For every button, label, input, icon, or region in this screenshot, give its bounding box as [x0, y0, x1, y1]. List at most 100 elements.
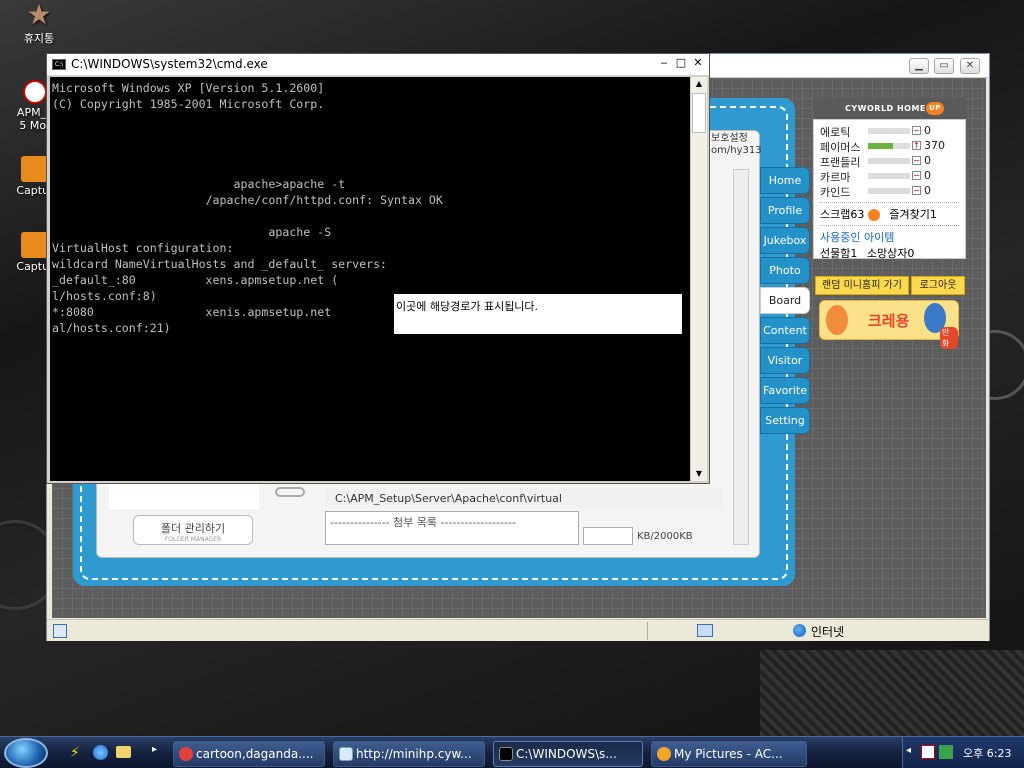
ie-quicklaunch-icon[interactable]	[93, 745, 108, 760]
close-button[interactable]: ✕	[690, 57, 706, 71]
crayon-banner[interactable]: 크레용 만화	[819, 300, 959, 349]
tab-jukebox[interactable]: Jukebox	[760, 227, 810, 254]
privacy-icon	[697, 624, 713, 637]
stat-label: 에로틱	[820, 126, 851, 139]
stat-up-icon[interactable]: ↑	[912, 141, 921, 150]
wish-box-link[interactable]: 소망상자0	[867, 247, 914, 260]
banner-title: 크레용	[868, 312, 910, 330]
folder-manager-label: 폴더 관리하기	[160, 522, 226, 535]
console-line: apache -S	[52, 224, 688, 240]
console-line: (C) Copyright 1985-2001 Microsoft Corp.	[52, 97, 325, 111]
favorites-link[interactable]: 즐겨찾기1	[889, 208, 936, 221]
console-text: apache -S	[268, 225, 332, 239]
page-icon	[53, 624, 67, 638]
close-button[interactable]: ✕	[960, 58, 980, 74]
console-line: /apache/conf/httpd.conf: Syntax OK	[52, 192, 688, 208]
desktop-icon-recycle-bin[interactable]: ★ 휴지통	[4, 1, 74, 46]
console-line: _default_:80 xens.apmsetup.net (	[52, 273, 339, 287]
header-fragment[interactable]: 보호설정	[711, 129, 748, 144]
tab-content[interactable]: Content	[760, 317, 810, 344]
tab-photo[interactable]: Photo	[760, 257, 810, 284]
console-output[interactable]: Microsoft Windows XP [Version 5.1.2600] (…	[50, 77, 690, 481]
stat-minus-icon[interactable]: −	[912, 171, 921, 180]
tray-network-icon[interactable]	[939, 745, 953, 759]
header-fragment: om/hy313	[711, 145, 762, 156]
task-label: cartoon,daganda....	[196, 747, 314, 761]
console-scrollbar[interactable]: ▲ ▼	[690, 77, 707, 481]
stat-value: 0	[924, 154, 931, 167]
scrap-link[interactable]: 스크랩63	[820, 208, 864, 221]
maximize-button[interactable]: ▭	[934, 58, 954, 74]
task-button-acdsee[interactable]: My Pictures - AC...	[651, 741, 807, 767]
gift-box-link[interactable]: 선물함1	[820, 247, 857, 260]
stat-minus-icon[interactable]: −	[912, 186, 921, 195]
scrap-row: 스크랩63 즐겨찾기1	[820, 206, 959, 222]
scroll-thumb[interactable]	[692, 93, 706, 133]
stat-value: 0	[924, 169, 931, 182]
up-icon	[867, 209, 880, 221]
tab-visitor[interactable]: Visitor	[760, 347, 810, 374]
taskbar: ⚡ ▸ cartoon,daganda.... http://minihp.cy…	[0, 736, 1024, 768]
task-button-ie[interactable]: http://minihp.cyw...	[333, 741, 485, 767]
console-line-blurred	[52, 336, 688, 352]
folder-manager-button[interactable]: 폴더 관리하기 FOLDER MANAGER	[133, 515, 253, 545]
cartoon-app-icon	[179, 747, 193, 761]
cmd-titlebar[interactable]: C:\ C:\WINDOWS\system32\cmd.exe ‒ □ ✕	[47, 54, 709, 75]
chevron-right-icon[interactable]: ▸	[152, 744, 157, 755]
scroll-down-icon[interactable]: ▼	[691, 467, 707, 481]
console-text: apache>apache -t	[233, 177, 346, 191]
cyworld-home-link[interactable]: CYWORLD HOME UP	[813, 98, 966, 119]
cmd-icon: C:\	[52, 59, 66, 70]
upload-size-box	[583, 527, 633, 545]
task-button-cmd[interactable]: C:\WINDOWS\s...	[493, 741, 643, 767]
zone-label: 인터넷	[811, 625, 845, 639]
tab-setting[interactable]: Setting	[760, 407, 810, 434]
tab-home[interactable]: Home	[760, 167, 810, 194]
quicklaunch-icon[interactable]: ⚡	[70, 746, 84, 760]
scroll-up-icon[interactable]: ▲	[691, 77, 707, 91]
jpg-file-icon	[21, 156, 49, 182]
stat-value: 0	[924, 184, 931, 197]
console-line-blurred	[52, 352, 688, 368]
stats-box: 에로틱 −0 페이머스 ↑ 370 프랜들리 −0 카르마 −0 카인드 −0 스크랩63 …	[813, 119, 966, 260]
stat-row: 카인드 −0	[820, 184, 959, 199]
system-tray: ◂ 오후 6:23	[902, 737, 1024, 768]
cyworld-home-label: CYWORLD HOME	[845, 104, 926, 113]
logout-button[interactable]: 로그아웃	[911, 276, 965, 295]
random-minihp-button[interactable]: 랜덤 미니홈피 가기	[815, 276, 909, 295]
stat-value: 370	[924, 139, 945, 152]
stat-row: 에로틱 −0	[820, 124, 959, 139]
cmd-window: C:\ C:\WINDOWS\system32\cmd.exe ‒ □ ✕ Mi…	[46, 53, 710, 484]
task-label: C:\WINDOWS\s...	[516, 747, 617, 761]
board-scrollbar[interactable]	[733, 169, 749, 545]
using-items-link[interactable]: 사용중인 아이템	[820, 229, 959, 245]
ie-statusbar: 인터넷	[47, 619, 989, 641]
ie-icon	[339, 747, 353, 761]
stat-minus-icon[interactable]: −	[912, 156, 921, 165]
cmd-icon	[499, 747, 513, 761]
folder-quicklaunch-icon[interactable]	[116, 746, 131, 758]
console-line-blurred	[52, 112, 688, 128]
console-line-blurred	[52, 128, 688, 144]
maximize-button[interactable]: □	[673, 57, 689, 71]
stat-minus-icon[interactable]: −	[912, 126, 921, 135]
task-button-cartoon[interactable]: cartoon,daganda....	[173, 741, 325, 767]
clock[interactable]: 오후 6:23	[963, 745, 1011, 761]
minimize-button[interactable]: ‒	[656, 57, 672, 71]
cmd-title: C:\WINDOWS\system32\cmd.exe	[71, 57, 268, 71]
tab-favorite[interactable]: Favorite	[760, 377, 810, 404]
stat-row: 프랜들리 −0	[820, 154, 959, 169]
attach-list-box: --------------- 첨부 목록 ------------------…	[325, 511, 579, 545]
jpg-file-icon	[21, 232, 49, 258]
tab-board[interactable]: Board	[760, 287, 810, 314]
start-button[interactable]	[4, 738, 48, 768]
chevron-left-icon[interactable]: ◂	[906, 745, 911, 756]
tray-app-icon[interactable]	[921, 745, 935, 759]
apm-icon	[23, 80, 47, 104]
minimize-button[interactable]: ▁	[909, 58, 929, 74]
console-text: /apache/conf/httpd.conf: Syntax OK	[205, 193, 443, 207]
tab-profile[interactable]: Profile	[760, 197, 810, 224]
console-line: VirtualHost configuration:	[52, 241, 234, 255]
console-line: apache>apache -t	[52, 176, 688, 192]
banner-sub: 만화	[940, 327, 958, 349]
